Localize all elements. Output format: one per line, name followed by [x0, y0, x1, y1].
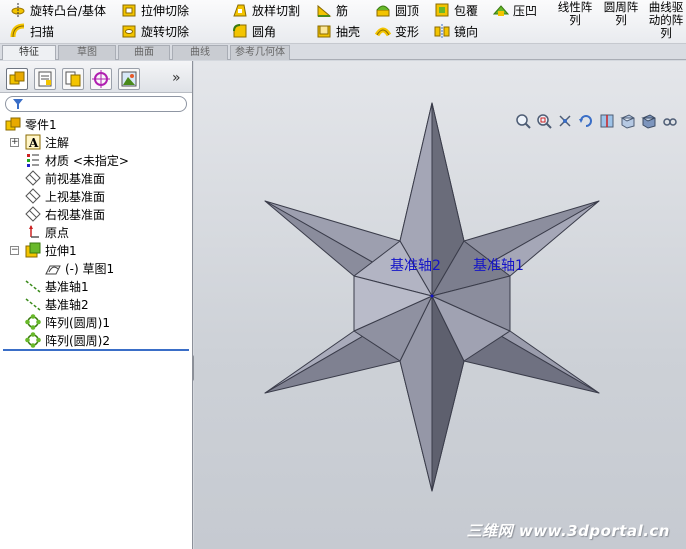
tree-item-sketch1[interactable]: (-) 草图1 — [45, 259, 114, 277]
axis-intersection-point — [430, 294, 434, 298]
extruded-cut-button[interactable]: 拉伸切除 — [121, 0, 189, 20]
display-icon — [121, 71, 137, 87]
star-model[interactable] — [194, 61, 686, 549]
tree-item-right-plane[interactable]: 右视基准面 — [25, 205, 105, 223]
tree-item-axis1[interactable]: 基准轴1 — [25, 277, 89, 295]
datum-axis2-label[interactable]: 基准轴2 — [390, 255, 441, 275]
flex-icon — [374, 23, 392, 39]
curve-driven-pattern-button[interactable]: 曲线驱 动的阵 列 — [646, 1, 686, 40]
rollback-bar[interactable] — [3, 349, 189, 351]
tree-item-front-plane[interactable]: 前视基准面 — [25, 169, 105, 187]
tab-surfaces[interactable]: 曲面 — [118, 45, 170, 60]
annotations-icon: A — [25, 134, 41, 150]
tree-item-extrude1[interactable]: 拉伸1 — [25, 241, 77, 259]
revolve-boss-button[interactable]: 旋转凸台/基体 — [10, 0, 106, 20]
circular-pattern-icon — [25, 332, 41, 348]
material-icon — [25, 152, 41, 168]
plane-icon — [25, 188, 41, 204]
tab-reference-geometry[interactable]: 参考几何体 — [230, 45, 290, 60]
tab-curves[interactable]: 曲线 — [172, 45, 228, 60]
feature-manager-tab[interactable] — [6, 68, 28, 90]
sweep-button[interactable]: 扫描 — [10, 21, 54, 41]
tree-item-material[interactable]: 材质 <未指定> — [25, 151, 129, 169]
fillet-icon — [232, 23, 248, 39]
property-icon — [38, 71, 52, 87]
dome-button[interactable]: 圆顶 — [375, 0, 419, 20]
axis-icon — [25, 296, 41, 312]
command-manager-tabs: 特征 草图 曲面 曲线 参考几何体 — [0, 44, 686, 60]
mirror-icon — [434, 23, 450, 39]
flex-button[interactable]: 变形 — [374, 21, 419, 41]
panel-tab-bar: » — [0, 61, 192, 93]
extruded-cut-icon — [121, 2, 137, 18]
sweep-icon — [10, 23, 26, 39]
rib-button[interactable]: 筋 — [316, 0, 348, 20]
indent-icon — [492, 2, 510, 18]
circular-pattern-button[interactable]: 圆周阵 列 — [600, 1, 642, 27]
datum-axis1-label[interactable]: 基准轴1 — [473, 255, 524, 275]
circular-pattern-icon — [25, 314, 41, 330]
collapse-extrude-icon[interactable]: − — [10, 246, 19, 255]
expand-annotations-icon[interactable]: + — [10, 138, 19, 147]
extrude-icon — [25, 242, 41, 258]
tree-item-top-plane[interactable]: 上视基准面 — [25, 187, 105, 205]
filter-icon — [13, 99, 23, 109]
loft-cut-icon — [232, 2, 248, 18]
axis-icon — [25, 278, 41, 294]
sketch-icon — [45, 260, 61, 276]
tab-features[interactable]: 特征 — [2, 45, 56, 60]
lofted-cut-button[interactable]: 放样切割 — [232, 0, 300, 20]
plane-icon — [25, 206, 41, 222]
tree-item-circular-pattern2[interactable]: 阵列(圆周)2 — [25, 331, 110, 349]
rib-icon — [316, 2, 332, 18]
property-manager-tab[interactable] — [34, 68, 56, 90]
dimxpert-manager-tab[interactable] — [90, 68, 112, 90]
shell-icon — [316, 23, 332, 39]
watermark-text: 三维网 www.3dportal.cn — [466, 522, 670, 540]
mirror-button[interactable]: 镜向 — [434, 21, 478, 41]
tree-item-circular-pattern1[interactable]: 阵列(圆周)1 — [25, 313, 110, 331]
linear-pattern-button[interactable]: 线性阵 列 — [554, 1, 596, 27]
feature-tree-icon — [9, 71, 25, 85]
command-manager: 旋转凸台/基体 拉伸切除 放样切割 筋 圆顶 包覆 压凹 扫描 旋转切除 圆角 … — [0, 0, 686, 44]
feature-filter-input[interactable] — [5, 96, 187, 112]
revolved-cut-icon — [121, 23, 137, 39]
tree-item-origin[interactable]: 原点 — [25, 223, 69, 241]
revolve-icon — [10, 2, 26, 18]
wrap-icon — [434, 2, 450, 18]
plane-icon — [25, 170, 41, 186]
wrap-button[interactable]: 包覆 — [434, 0, 478, 20]
tree-item-axis2[interactable]: 基准轴2 — [25, 295, 89, 313]
panel-more-chevron-icon[interactable]: » — [172, 70, 181, 86]
fillet-button[interactable]: 圆角 — [232, 21, 276, 41]
configuration-manager-tab[interactable] — [62, 68, 84, 90]
feature-manager-panel: » 零件1 + A 注解 材质 <未指定> 前视基准面 上视基准面 右视基准面 — [0, 61, 193, 549]
tree-root-part[interactable]: 零件1 — [5, 115, 57, 133]
origin-icon — [25, 224, 41, 240]
configuration-icon — [65, 71, 81, 87]
indent-button[interactable]: 压凹 — [492, 0, 537, 20]
crosshair-icon — [92, 70, 110, 88]
svg-text:A: A — [28, 136, 39, 150]
dome-icon — [375, 2, 391, 18]
tree-item-annotations[interactable]: A 注解 — [25, 133, 69, 151]
revolved-cut-button[interactable]: 旋转切除 — [121, 21, 189, 41]
part-icon — [5, 116, 21, 132]
graphics-area[interactable]: 基准轴2 基准轴1 三维网 www.3dportal.cn — [194, 61, 686, 549]
shell-button[interactable]: 抽壳 — [316, 21, 360, 41]
tab-sketch[interactable]: 草图 — [58, 45, 116, 60]
display-manager-tab[interactable] — [118, 68, 140, 90]
